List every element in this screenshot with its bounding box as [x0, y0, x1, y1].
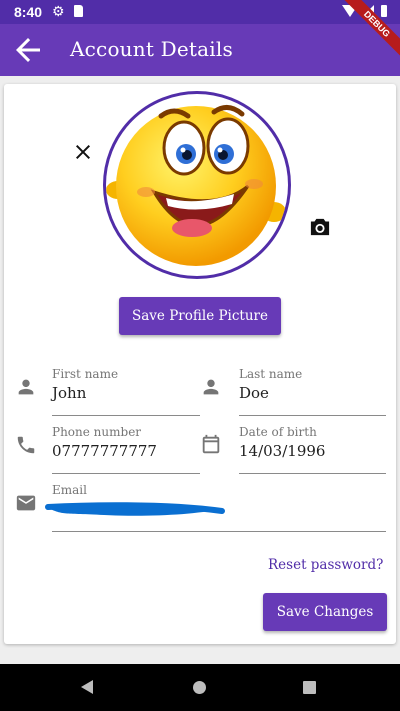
nav-home-icon[interactable]: [193, 681, 206, 694]
last-name-label: Last name: [239, 367, 303, 381]
app-bar: Account Details: [0, 24, 400, 76]
phone-number-label: Phone number: [52, 425, 142, 439]
mail-icon: [15, 492, 37, 514]
person-icon: [15, 376, 37, 398]
sd-card-icon: [74, 5, 83, 17]
avatar[interactable]: [103, 91, 291, 279]
email-field[interactable]: Email: [45, 483, 386, 532]
camera-icon[interactable]: [309, 217, 331, 237]
page-title: Account Details: [70, 37, 233, 61]
date-of-birth-label: Date of birth: [239, 425, 317, 439]
date-of-birth-field[interactable]: Date of birth 14/03/1996: [239, 425, 386, 474]
nav-back-icon[interactable]: [81, 680, 93, 694]
save-profile-picture-button[interactable]: Save Profile Picture: [119, 297, 281, 335]
last-name-value[interactable]: Doe: [239, 384, 269, 402]
first-name-label: First name: [52, 367, 119, 381]
phone-icon: [15, 434, 37, 456]
first-name-field[interactable]: First name John: [52, 367, 200, 416]
first-name-value[interactable]: John: [52, 384, 86, 402]
wifi-icon: [342, 5, 358, 17]
status-time: 8:40: [14, 4, 43, 20]
redaction-scribble: [45, 502, 225, 516]
save-changes-button[interactable]: Save Changes: [263, 593, 387, 631]
arrow-back-icon[interactable]: [10, 32, 46, 68]
calendar-icon[interactable]: [200, 434, 222, 456]
settings-status-icon: ⚙: [52, 3, 65, 19]
date-of-birth-value[interactable]: 14/03/1996: [239, 442, 325, 460]
smiley-face-image: [106, 105, 286, 266]
phone-number-field[interactable]: Phone number 07777777777: [52, 425, 200, 474]
phone-number-value[interactable]: 07777777777: [52, 442, 157, 460]
status-bar: 8:40 ⚙: [0, 0, 400, 24]
nav-recent-apps-icon[interactable]: [303, 681, 316, 694]
last-name-field[interactable]: Last name Doe: [239, 367, 386, 416]
account-card: Save Profile Picture First name John Las…: [4, 84, 396, 644]
battery-icon: [381, 5, 387, 17]
reset-password-link[interactable]: Reset password?: [268, 557, 383, 573]
person-icon: [200, 376, 222, 398]
close-icon[interactable]: [71, 140, 95, 164]
signal-icon: [362, 5, 374, 17]
system-navigation-bar: [0, 664, 400, 711]
